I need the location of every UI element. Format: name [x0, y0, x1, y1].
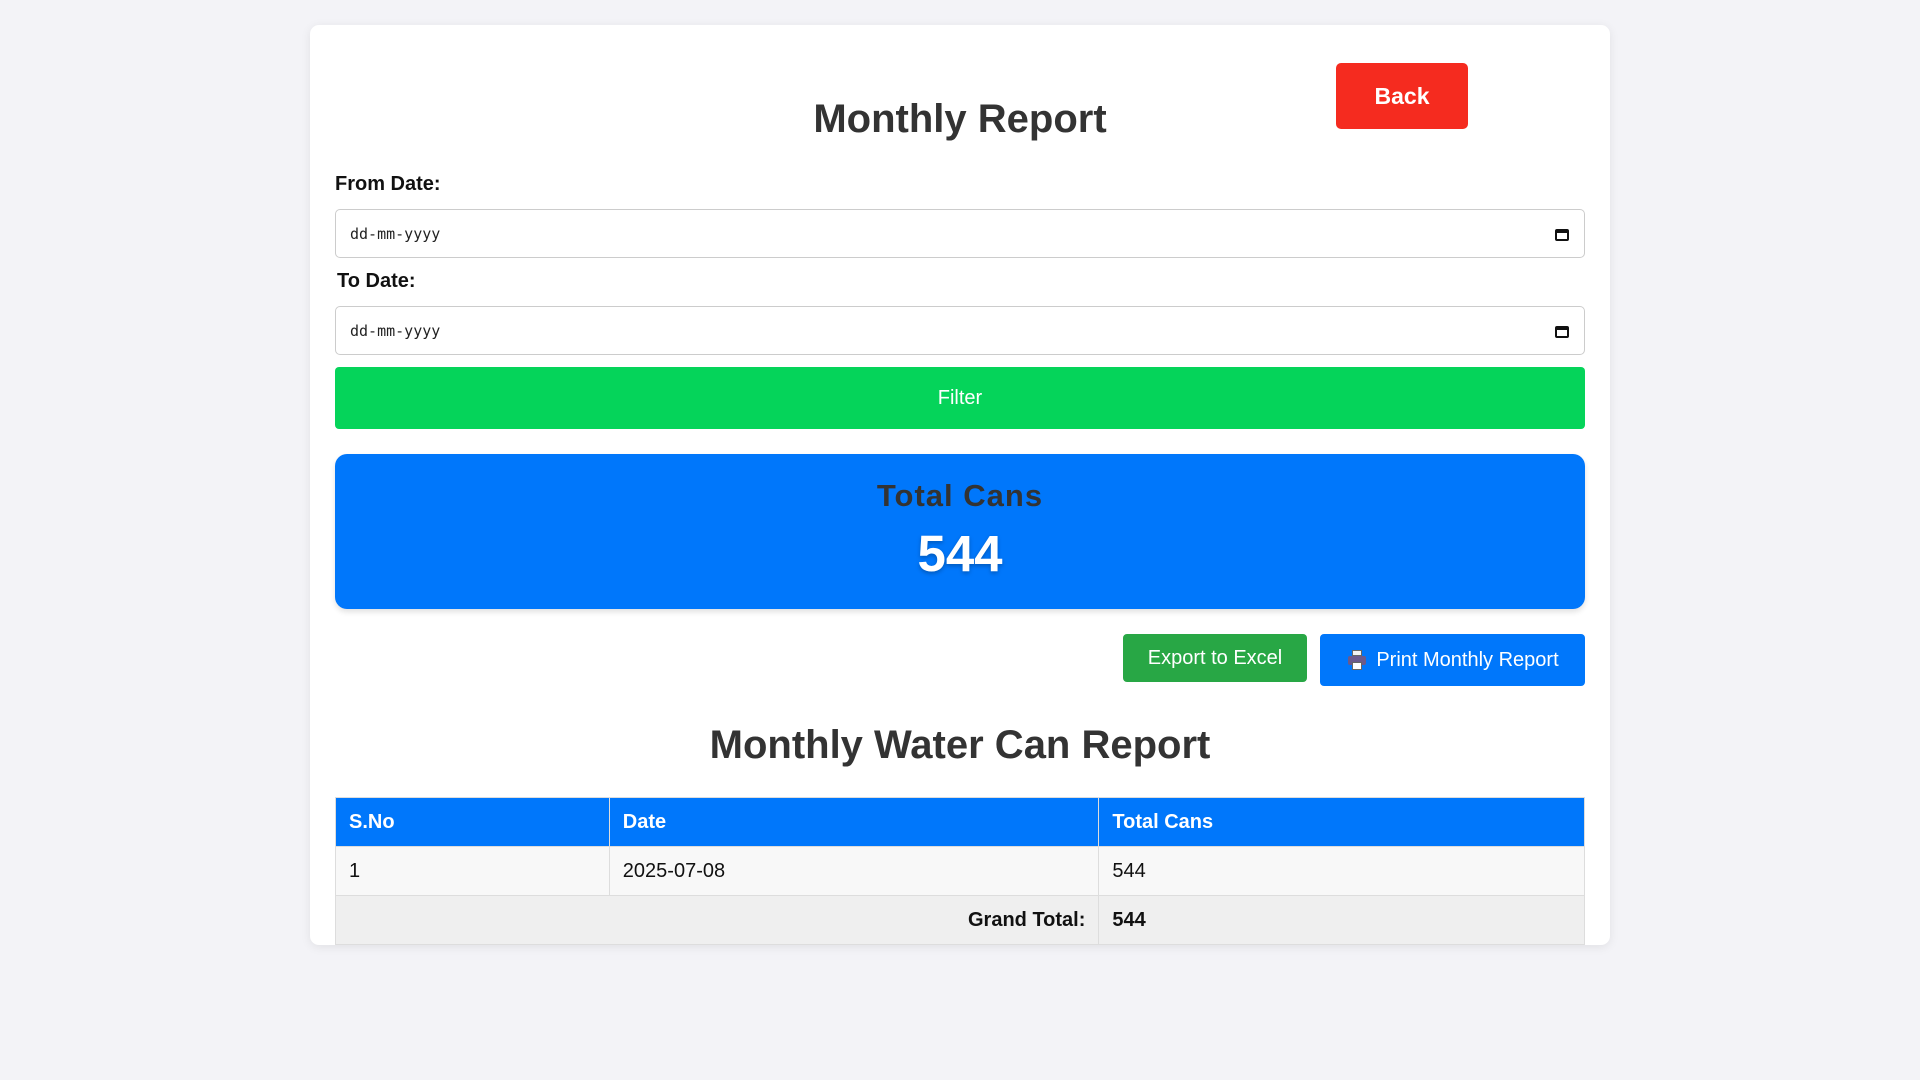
from-date-placeholder: dd-mm-yyyy — [350, 224, 441, 243]
print-report-button[interactable]: Print Monthly Report — [1320, 634, 1585, 686]
cell-sno: 1 — [335, 846, 610, 896]
grand-total-label: Grand Total: — [334, 895, 1100, 945]
to-date-placeholder: dd-mm-yyyy — [350, 321, 441, 340]
filter-button[interactable]: Filter — [335, 367, 1585, 429]
total-cans-value: 544 — [917, 525, 1003, 582]
cell-total: 544 — [1098, 846, 1585, 896]
grand-total-value: 544 — [1098, 895, 1585, 945]
calendar-icon[interactable] — [1554, 226, 1570, 242]
to-date-input[interactable]: dd-mm-yyyy — [335, 306, 1585, 355]
from-date-input[interactable]: dd-mm-yyyy — [335, 209, 1585, 258]
column-header-total-cans: Total Cans — [1098, 797, 1585, 847]
report-container: Monthly Report Back From Date: dd-mm-yyy… — [310, 25, 1610, 945]
grand-total-row: Grand Total: 544 — [334, 895, 1585, 945]
export-excel-button[interactable]: Export to Excel — [1123, 634, 1307, 682]
report-table-title: Monthly Water Can Report — [709, 723, 1211, 767]
from-date-label: From Date: — [335, 173, 441, 195]
table-header-row: S.No Date Total Cans — [335, 797, 1585, 847]
back-button[interactable]: Back — [1336, 63, 1468, 129]
print-report-label: Print Monthly Report — [1376, 648, 1559, 671]
column-header-date: Date — [608, 797, 1100, 847]
calendar-icon[interactable] — [1554, 323, 1570, 339]
table-row: 1 2025-07-08 544 — [335, 846, 1585, 896]
total-cans-label: Total Cans — [876, 478, 1044, 513]
report-table: S.No Date Total Cans 1 2025-07-08 544 Gr… — [334, 797, 1585, 945]
cell-date: 2025-07-08 — [608, 846, 1100, 896]
total-cans-card: Total Cans 544 — [335, 454, 1585, 609]
printer-icon — [1346, 650, 1368, 670]
column-header-sno: S.No — [335, 797, 610, 847]
to-date-label: To Date: — [337, 270, 416, 292]
